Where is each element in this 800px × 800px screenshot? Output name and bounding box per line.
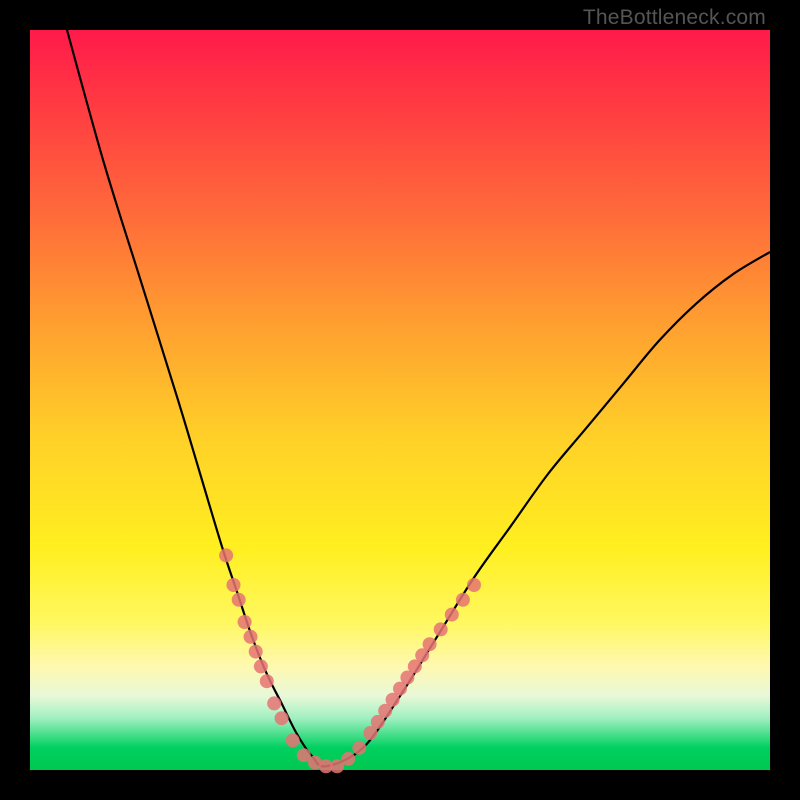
marker-dot	[254, 659, 268, 673]
watermark-text: TheBottleneck.com	[583, 6, 766, 30]
marker-dot	[434, 622, 448, 636]
marker-dot	[238, 615, 252, 629]
highlight-markers	[219, 548, 481, 773]
marker-dot	[286, 733, 300, 747]
marker-dot	[260, 674, 274, 688]
marker-dot	[467, 578, 481, 592]
marker-dot	[445, 608, 459, 622]
marker-dot	[423, 637, 437, 651]
marker-dot	[219, 548, 233, 562]
marker-dot	[244, 630, 258, 644]
marker-dot	[275, 711, 289, 725]
marker-dot	[249, 645, 263, 659]
chart-svg	[30, 30, 770, 770]
marker-dot	[456, 593, 470, 607]
marker-dot	[267, 696, 281, 710]
marker-dot	[341, 752, 355, 766]
marker-dot	[352, 741, 366, 755]
marker-dot	[232, 593, 246, 607]
marker-dot	[227, 578, 241, 592]
